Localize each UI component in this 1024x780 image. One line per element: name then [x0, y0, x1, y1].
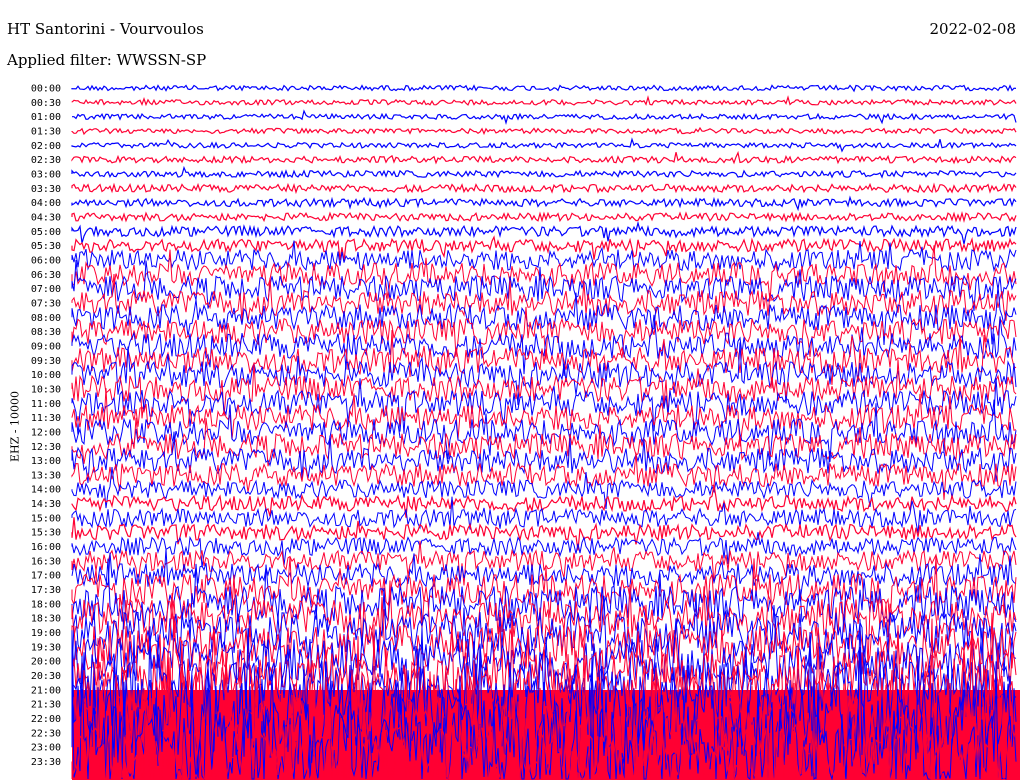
- row-label: 19:30: [31, 642, 61, 653]
- row-label: 21:00: [31, 685, 61, 696]
- row-label: 09:00: [31, 341, 61, 352]
- row-label: 23:00: [31, 743, 61, 754]
- row-label: 18:30: [31, 614, 61, 625]
- trace-line: [71, 137, 1017, 153]
- row-label: 16:30: [31, 556, 61, 567]
- row-label: 05:30: [31, 241, 61, 252]
- row-label: 19:00: [31, 628, 61, 639]
- trace-line: [71, 467, 1017, 509]
- trace-line: [71, 195, 1017, 212]
- row-label: 07:30: [31, 298, 61, 309]
- trace-line: [71, 126, 1017, 136]
- trace-line: [71, 182, 1017, 195]
- row-label: 02:30: [31, 155, 61, 166]
- row-label: 15:30: [31, 528, 61, 539]
- row-label: 17:00: [31, 571, 61, 582]
- row-label: 06:00: [31, 255, 61, 266]
- row-label: 18:00: [31, 599, 61, 610]
- trace-line: [72, 109, 1017, 125]
- trace-line: [71, 211, 1017, 223]
- row-label: 03:30: [31, 184, 61, 195]
- row-label: 13:00: [31, 456, 61, 467]
- row-label: 14:30: [31, 499, 61, 510]
- row-label: 08:00: [31, 313, 61, 324]
- row-label: 17:30: [31, 585, 61, 596]
- trace-line: [71, 517, 1017, 551]
- row-label: 10:30: [31, 384, 61, 395]
- trace-line: [71, 220, 1017, 245]
- trace-rows: [71, 84, 1020, 780]
- row-label: 22:00: [31, 714, 61, 725]
- row-label: 12:30: [31, 442, 61, 453]
- row-label: 04:00: [31, 198, 61, 209]
- row-label: 02:00: [31, 141, 61, 152]
- row-label: 13:30: [31, 470, 61, 481]
- trace-line: [71, 95, 1017, 107]
- row-label: 01:30: [31, 126, 61, 137]
- row-label: 23:30: [31, 757, 61, 768]
- row-label: 08:30: [31, 327, 61, 338]
- row-label: 14:00: [31, 485, 61, 496]
- row-label: 22:30: [31, 728, 61, 739]
- trace-line: [71, 150, 1017, 165]
- row-label: 10:00: [31, 370, 61, 381]
- row-label: 11:30: [31, 413, 61, 424]
- row-labels: 00:00 00:30 01:00 01:30 02:00 02:30 03:00 03:30…: [31, 84, 61, 769]
- row-label: 05:00: [31, 227, 61, 238]
- row-label: 21:30: [31, 700, 61, 711]
- row-label: 20:00: [31, 657, 61, 668]
- row-label: 11:00: [31, 399, 61, 410]
- row-label: 12:00: [31, 427, 61, 438]
- row-label: 00:30: [31, 98, 61, 109]
- trace-line: [71, 165, 1017, 179]
- seismogram-plot: 00:00 00:30 01:00 01:30 02:00 02:30 03:00 03:30…: [31, 84, 1020, 780]
- row-label: 06:30: [31, 270, 61, 281]
- row-label: 09:30: [31, 356, 61, 367]
- row-label: 01:00: [31, 112, 61, 123]
- row-label: 00:00: [31, 84, 61, 95]
- row-label: 20:30: [31, 671, 61, 682]
- trace-line: [71, 84, 1017, 93]
- row-label: 15:00: [31, 513, 61, 524]
- row-label: 03:00: [31, 169, 61, 180]
- row-label: 04:30: [31, 212, 61, 223]
- row-label: 16:00: [31, 542, 61, 553]
- row-label: 07:00: [31, 284, 61, 295]
